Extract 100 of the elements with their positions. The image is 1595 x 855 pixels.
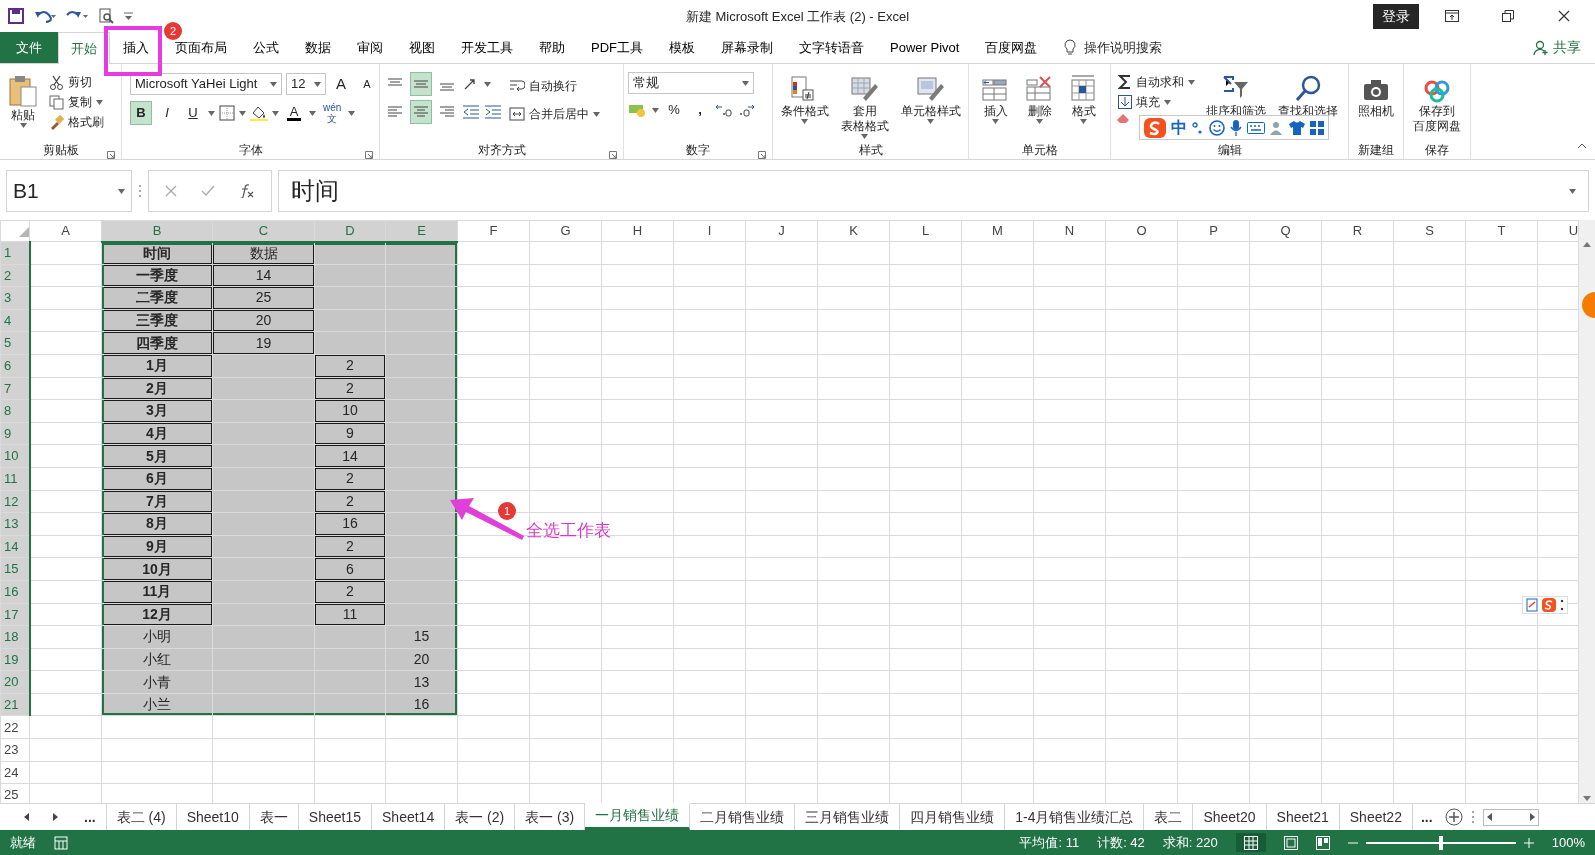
comma-style-button[interactable]: ,: [689, 98, 711, 122]
file-tab[interactable]: 文件: [0, 32, 58, 63]
vertical-scrollbar[interactable]: [1578, 220, 1595, 803]
ribbon-tab[interactable]: 帮助: [526, 32, 578, 63]
column-header[interactable]: A: [29, 220, 102, 242]
column-header[interactable]: O: [1105, 220, 1178, 242]
row-header[interactable]: 3: [0, 286, 30, 310]
row-header[interactable]: 8: [0, 399, 30, 423]
column-header[interactable]: U: [1537, 220, 1578, 242]
ribbon-tab[interactable]: 插入: [110, 32, 162, 63]
row-header[interactable]: 4: [0, 309, 30, 332]
ribbon-button[interactable]: 删除: [1019, 72, 1060, 143]
row-header[interactable]: 9: [0, 422, 30, 445]
ribbon-button[interactable]: 插入: [975, 72, 1016, 143]
row-header[interactable]: 23: [0, 738, 30, 762]
row-header[interactable]: 22: [0, 715, 30, 739]
name-box[interactable]: B1: [6, 170, 132, 212]
row-header[interactable]: 19: [0, 648, 30, 671]
align-middle-button[interactable]: [410, 72, 432, 96]
row-header[interactable]: 16: [0, 580, 30, 603]
bold-button[interactable]: B: [130, 101, 152, 125]
column-header[interactable]: P: [1177, 220, 1250, 242]
column-header[interactable]: D: [314, 220, 386, 242]
paste-button[interactable]: 粘贴: [4, 72, 42, 143]
row-header[interactable]: 18: [0, 625, 30, 649]
cut-button[interactable]: 剪切: [46, 72, 107, 92]
login-button[interactable]: 登录: [1373, 3, 1419, 29]
column-header[interactable]: L: [889, 220, 962, 242]
fill-button[interactable]: 填充: [1115, 92, 1198, 112]
column-header[interactable]: M: [961, 220, 1034, 242]
ribbon-tab[interactable]: 开始: [58, 32, 110, 64]
column-header[interactable]: E: [385, 220, 458, 242]
ribbon-tab[interactable]: 屏幕录制: [708, 32, 786, 63]
number-format-select[interactable]: 常规: [628, 72, 754, 94]
shrink-font-button[interactable]: A: [356, 72, 378, 96]
ime-mode-label[interactable]: 中: [1171, 115, 1187, 140]
row-header[interactable]: 11: [0, 467, 30, 491]
column-header[interactable]: T: [1465, 220, 1538, 242]
ribbon-tab[interactable]: 视图: [396, 32, 448, 63]
ribbon-button[interactable]: 格式: [1063, 72, 1104, 143]
ribbon-button[interactable]: 单元格样式: [896, 72, 965, 143]
row-header[interactable]: 17: [0, 603, 30, 626]
row-header[interactable]: 20: [0, 670, 30, 694]
column-header[interactable]: F: [457, 220, 530, 242]
align-center-button[interactable]: [410, 100, 432, 124]
ribbon-tab[interactable]: 文字转语音: [786, 32, 877, 63]
ribbon-tab[interactable]: 数据: [292, 32, 344, 63]
tell-me-search[interactable]: 操作说明搜索: [1084, 37, 1163, 58]
column-header[interactable]: G: [529, 220, 602, 242]
ribbon-button[interactable]: 照相机: [1354, 72, 1398, 143]
phonetic-button[interactable]: wén 文: [320, 100, 345, 126]
more-sheets-button[interactable]: ...: [1416, 806, 1437, 828]
slider-thumb[interactable]: [1438, 835, 1443, 850]
share-button[interactable]: 共享: [1525, 32, 1595, 63]
row-header[interactable]: 5: [0, 331, 30, 355]
row-header[interactable]: 10: [0, 444, 30, 468]
percent-button[interactable]: %: [663, 98, 685, 122]
grow-font-button[interactable]: A: [330, 72, 352, 96]
italic-button[interactable]: I: [156, 101, 178, 125]
sheet-tab[interactable]: 一月销售业绩: [585, 804, 691, 830]
column-header[interactable]: K: [817, 220, 890, 242]
merge-center-button[interactable]: 合并后居中: [506, 104, 603, 124]
ribbon-tab[interactable]: PDF工具: [578, 32, 656, 63]
ribbon-tab[interactable]: 百度网盘: [972, 32, 1051, 63]
column-header[interactable]: I: [673, 220, 746, 242]
wrap-text-button[interactable]: 自动换行: [506, 76, 603, 96]
ribbon-tab[interactable]: 开发工具: [448, 32, 526, 63]
underline-button[interactable]: U: [182, 101, 204, 125]
column-header[interactable]: N: [1033, 220, 1106, 242]
row-header[interactable]: 13: [0, 512, 30, 536]
font-color-button[interactable]: A: [283, 101, 305, 125]
row-header[interactable]: 21: [0, 693, 30, 716]
ribbon-button[interactable]: 条件格式: [776, 72, 833, 143]
row-header[interactable]: 24: [0, 761, 30, 784]
font-name-select[interactable]: Microsoft YaHei Light: [130, 73, 282, 95]
ribbon-tab[interactable]: 模板: [656, 32, 708, 63]
row-header[interactable]: 7: [0, 377, 30, 400]
column-header[interactable]: Q: [1249, 220, 1322, 242]
row-header[interactable]: 6: [0, 354, 30, 378]
row-header[interactable]: 2: [0, 264, 30, 287]
column-header[interactable]: H: [601, 220, 674, 242]
ribbon-button[interactable]: 套用 表格格式: [836, 72, 893, 143]
ribbon-button[interactable]: 保存到 百度网盘: [1409, 72, 1465, 143]
format-painter-button[interactable]: 格式刷: [46, 112, 107, 132]
column-header[interactable]: B: [101, 220, 213, 242]
row-header[interactable]: 1: [0, 241, 30, 265]
column-header[interactable]: C: [212, 220, 315, 242]
ribbon-tab[interactable]: Power Pivot: [877, 32, 973, 63]
horizontal-scrollbar[interactable]: [1482, 808, 1539, 826]
font-size-select[interactable]: 12: [286, 73, 326, 95]
row-header[interactable]: 15: [0, 557, 30, 581]
column-header[interactable]: R: [1321, 220, 1394, 242]
ribbon-tab[interactable]: 审阅: [344, 32, 396, 63]
formula-field[interactable]: 时间: [278, 170, 1589, 212]
autosum-button[interactable]: 自动求和: [1115, 72, 1198, 92]
copy-button[interactable]: 复制: [46, 92, 107, 112]
column-header[interactable]: S: [1393, 220, 1466, 242]
ribbon-tab[interactable]: 公式: [240, 32, 292, 63]
row-header[interactable]: 14: [0, 535, 30, 558]
row-header[interactable]: 12: [0, 490, 30, 513]
